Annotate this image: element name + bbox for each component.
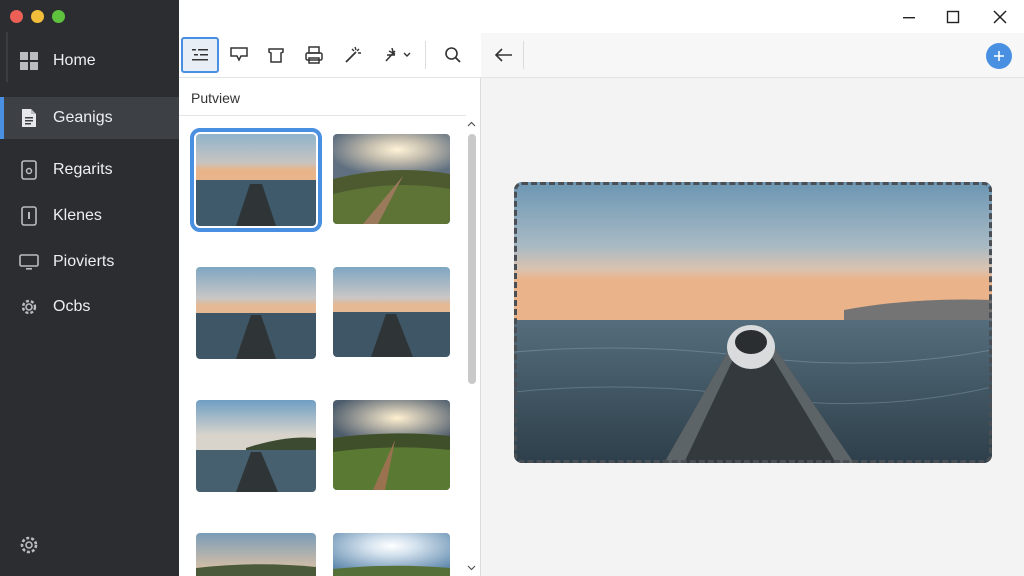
- sidebar-item-label: Klenes: [53, 207, 102, 224]
- sidebar-item-home[interactable]: Home: [0, 40, 179, 82]
- minimize-window-dot[interactable]: [31, 10, 44, 23]
- thumbnail-item[interactable]: [333, 533, 450, 576]
- editing-toolbar: [179, 33, 481, 78]
- sidebar-item-label: Piovierts: [53, 253, 115, 270]
- grid-icon: [18, 50, 40, 72]
- search-icon[interactable]: [434, 37, 472, 73]
- device-icon: [18, 159, 40, 181]
- sidebar-item-label: Geanigs: [53, 109, 113, 126]
- thumbnail-scrollbar[interactable]: [465, 116, 478, 576]
- sidebar: Home Geanigs Regarits Klenes Piovierts O…: [0, 0, 179, 576]
- scroll-up-icon[interactable]: [465, 118, 478, 130]
- list-settings-icon[interactable]: [181, 37, 219, 73]
- effects-dropdown-icon[interactable]: [375, 37, 421, 73]
- sidebar-item-geanigs[interactable]: Geanigs: [0, 97, 179, 139]
- thumbnail-item[interactable]: [196, 267, 316, 359]
- thumbnail-item[interactable]: [333, 400, 450, 490]
- close-icon[interactable]: [989, 6, 1011, 28]
- panel-title: Putview: [191, 90, 241, 106]
- print-icon[interactable]: [295, 37, 333, 73]
- scrollbar-thumb[interactable]: [468, 134, 476, 384]
- document-icon: [18, 107, 40, 129]
- close-window-dot[interactable]: [10, 10, 23, 23]
- thumbnail-item[interactable]: [190, 128, 322, 232]
- back-arrow-icon[interactable]: [489, 40, 519, 70]
- scroll-down-icon[interactable]: [465, 562, 478, 574]
- sidebar-item-label: Regarits: [53, 161, 113, 178]
- sidebar-item-ocbs[interactable]: Ocbs: [0, 286, 179, 328]
- gear-icon: [18, 296, 40, 318]
- thumbnail-panel: Putview: [179, 78, 481, 576]
- crop-icon[interactable]: [257, 37, 295, 73]
- sidebar-item-label: Ocbs: [53, 298, 91, 315]
- maximize-window-dot[interactable]: [52, 10, 65, 23]
- add-button[interactable]: [986, 43, 1012, 69]
- plus-icon: [994, 51, 1004, 61]
- window-controls: [10, 10, 65, 23]
- thumbnail-item[interactable]: [196, 533, 316, 576]
- panel-divider: [179, 115, 466, 116]
- annotate-icon[interactable]: [220, 37, 258, 73]
- thumbnail-item[interactable]: [333, 267, 450, 357]
- sidebar-item-piovierts[interactable]: Piovierts: [0, 241, 179, 283]
- panel-icon: [18, 205, 40, 227]
- minimize-icon[interactable]: [898, 6, 920, 28]
- thumbnail-item[interactable]: [196, 400, 316, 492]
- sidebar-item-regarits[interactable]: Regarits: [0, 149, 179, 191]
- title-bar: [179, 0, 1024, 33]
- maximize-icon[interactable]: [942, 6, 964, 28]
- preview-toolbar: [481, 33, 1024, 78]
- magic-wand-icon[interactable]: [334, 37, 372, 73]
- preview-image[interactable]: [514, 182, 992, 463]
- sidebar-item-label: Home: [53, 52, 96, 69]
- monitor-icon: [18, 251, 40, 273]
- sidebar-item-klenes[interactable]: Klenes: [0, 195, 179, 237]
- toolbar-separator: [523, 41, 524, 69]
- thumbnail-item[interactable]: [333, 134, 450, 224]
- toolbar-separator: [425, 41, 426, 69]
- settings-gear-icon[interactable]: [18, 534, 40, 556]
